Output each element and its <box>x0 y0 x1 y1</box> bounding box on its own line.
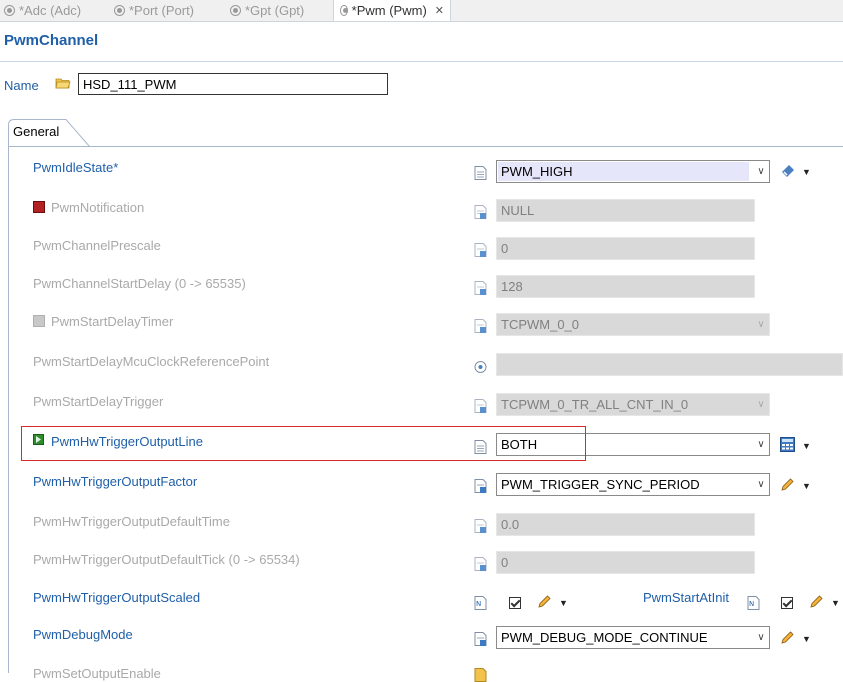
document-icon <box>474 319 487 333</box>
tab-adc[interactable]: *Adc (Adc) <box>4 0 81 21</box>
editor-tab-bar: *Adc (Adc) *Port (Port) *Gpt (Gpt) *Pwm … <box>0 0 843 22</box>
document-icon <box>474 557 487 571</box>
label-pwm-channel-start-delay: PwmChannelStartDelay (0 -> 65535) <box>33 276 246 291</box>
pencil-icon[interactable] <box>537 594 552 609</box>
chevron-down-icon[interactable]: ▼ <box>802 441 811 451</box>
label-pwm-hw-trigger-output-factor: PwmHwTriggerOutputFactor <box>33 474 198 489</box>
document-icon <box>474 399 487 413</box>
label-pwm-channel-prescale: PwmChannelPrescale <box>33 238 161 253</box>
pwm-channel-start-delay-field[interactable]: 128 <box>496 275 755 298</box>
name-label: Name <box>4 78 39 93</box>
link-icon[interactable] <box>780 163 796 179</box>
tab-module-icon <box>230 5 241 16</box>
chevron-down-icon[interactable]: ▼ <box>802 167 811 177</box>
pencil-icon[interactable] <box>809 594 824 609</box>
chevron-down-icon[interactable]: ∨ <box>752 393 770 416</box>
calculator-icon[interactable] <box>780 437 795 452</box>
page-title: PwmChannel <box>4 32 99 49</box>
pwm-hw-trigger-output-default-tick-field[interactable]: 0 <box>496 551 755 574</box>
label-pwm-start-delay-mcu-clock-ref: PwmStartDelayMcuClockReferencePoint <box>33 354 270 369</box>
document-icon <box>474 281 487 295</box>
pencil-icon[interactable] <box>780 630 795 645</box>
tab-label: *Gpt (Gpt) <box>245 3 305 18</box>
pwm-start-at-init-checkbox[interactable] <box>781 597 793 609</box>
pwm-debug-mode-select[interactable]: PWM_DEBUG_MODE_CONTINUE <box>496 626 770 649</box>
tab-module-icon <box>340 5 348 16</box>
label-pwm-hw-trigger-output-default-time: PwmHwTriggerOutputDefaultTime <box>33 514 230 529</box>
boolean-icon: N <box>474 596 487 610</box>
label-pwm-set-output-enable: PwmSetOutputEnable <box>33 666 161 681</box>
tab-general-label: General <box>13 124 60 139</box>
pwm-notification-field[interactable]: NULL <box>496 199 755 222</box>
document-icon <box>474 479 487 493</box>
pwm-channel-prescale-field[interactable]: 0 <box>496 237 755 260</box>
chevron-down-icon[interactable]: ▼ <box>831 598 840 608</box>
link-icon <box>474 361 487 373</box>
chevron-down-icon[interactable]: ∨ <box>752 626 770 649</box>
document-icon <box>474 632 487 646</box>
pwm-start-delay-timer-select[interactable]: TCPWM_0_0 <box>496 313 770 336</box>
document-icon <box>474 166 487 180</box>
header-divider <box>0 61 843 62</box>
tab-pwm[interactable]: *Pwm (Pwm) ✕ <box>333 0 451 21</box>
close-icon[interactable]: ✕ <box>435 4 444 17</box>
pwm-hw-trigger-output-default-time-field[interactable]: 0.0 <box>496 513 755 536</box>
select-value: PWM_HIGH <box>501 164 573 179</box>
tab-label: *Adc (Adc) <box>19 3 82 18</box>
chevron-down-icon[interactable]: ▼ <box>559 598 568 608</box>
highlight-box <box>21 426 586 461</box>
chevron-down-icon[interactable]: ∨ <box>752 433 770 456</box>
label-pwm-start-delay-timer: PwmStartDelayTimer <box>51 314 174 329</box>
label-pwm-idle-state: PwmIdleState* <box>33 160 119 175</box>
name-field[interactable] <box>78 73 388 95</box>
document-icon <box>474 205 487 219</box>
tab-port[interactable]: *Port (Port) <box>114 0 194 21</box>
label-pwm-debug-mode: PwmDebugMode <box>33 627 133 642</box>
svg-text:N: N <box>476 600 481 608</box>
pwm-hw-trigger-output-scaled-checkbox[interactable] <box>509 597 521 609</box>
pwm-start-delay-mcu-clock-ref-field[interactable] <box>496 353 843 376</box>
document-icon <box>474 243 487 257</box>
folder-icon[interactable] <box>55 77 71 89</box>
pencil-icon[interactable] <box>780 477 795 492</box>
tab-label: *Port (Port) <box>129 3 195 18</box>
notification-marker <box>33 201 45 213</box>
chevron-down-icon[interactable]: ∨ <box>752 473 770 496</box>
label-pwm-start-at-init: PwmStartAtInit <box>643 590 729 605</box>
tab-module-icon <box>114 5 125 16</box>
svg-text:N: N <box>749 600 754 608</box>
chevron-down-icon[interactable]: ∨ <box>752 313 770 336</box>
tab-label: *Pwm (Pwm) <box>351 3 427 18</box>
chevron-down-icon[interactable]: ▼ <box>802 634 811 644</box>
label-pwm-hw-trigger-output-scaled: PwmHwTriggerOutputScaled <box>33 590 201 605</box>
tab-module-icon <box>4 5 15 16</box>
chevron-down-icon[interactable]: ▼ <box>802 481 811 491</box>
pwm-start-delay-trigger-select[interactable]: TCPWM_0_TR_ALL_CNT_IN_0 <box>496 393 770 416</box>
label-pwm-notification: PwmNotification <box>51 200 145 215</box>
label-pwm-hw-trigger-output-default-tick: PwmHwTriggerOutputDefaultTick (0 -> 6553… <box>33 552 300 567</box>
label-pwm-start-delay-trigger: PwmStartDelayTrigger <box>33 394 164 409</box>
chevron-down-icon[interactable]: ∨ <box>752 160 770 183</box>
tab-gpt[interactable]: *Gpt (Gpt) <box>230 0 304 21</box>
timer-marker <box>33 315 45 327</box>
boolean-icon: N <box>747 596 760 610</box>
document-icon <box>474 519 487 533</box>
pwm-idle-state-select[interactable]: PWM_HIGH <box>496 160 770 183</box>
pwm-hw-trigger-output-factor-select[interactable]: PWM_TRIGGER_SYNC_PERIOD <box>496 473 770 496</box>
document-icon <box>474 668 487 682</box>
